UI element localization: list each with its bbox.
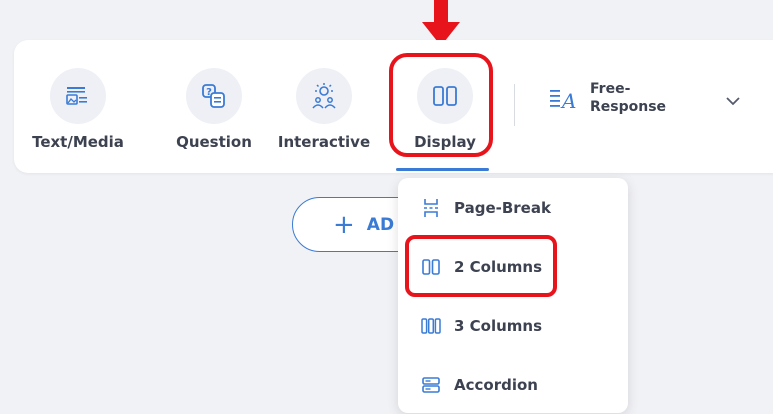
chevron-down-icon[interactable] — [725, 93, 741, 109]
text-media-icon — [66, 87, 87, 105]
menu-item-icon-wrap — [420, 377, 442, 393]
page-break-icon — [424, 199, 438, 217]
tool-question[interactable]: ? Question — [174, 40, 254, 173]
tool-label: Question — [176, 133, 252, 151]
selected-tab-indicator — [396, 168, 489, 171]
three-columns-icon — [421, 318, 441, 334]
menu-item-label: 3 Columns — [454, 317, 543, 335]
accordion-icon — [422, 377, 440, 393]
free-response-label-line1: Free- — [590, 81, 631, 97]
question-icon: ? — [202, 84, 225, 108]
menu-item-3-columns[interactable]: 3 Columns — [398, 301, 628, 351]
tool-label: Interactive — [277, 133, 371, 151]
two-columns-highlight-box — [405, 235, 557, 297]
tool-text-media[interactable]: Text/Media — [31, 40, 125, 173]
tool-interactive[interactable]: Interactive — [275, 40, 373, 173]
free-response-label-line2: Response — [590, 99, 667, 115]
tool-icon-circle — [50, 68, 106, 124]
interactive-icon — [312, 83, 336, 109]
tool-icon-circle: ? — [186, 68, 242, 124]
free-response-label: Free- Response — [590, 80, 666, 116]
menu-item-icon-wrap — [420, 198, 442, 218]
svg-text:A: A — [560, 89, 576, 111]
menu-item-page-break[interactable]: Page-Break — [398, 183, 628, 233]
menu-item-label: Page-Break — [454, 199, 551, 217]
tool-icon-circle — [296, 68, 352, 124]
menu-item-label: Accordion — [454, 376, 538, 394]
tool-label: Text/Media — [32, 133, 124, 151]
menu-item-accordion[interactable]: Accordion — [398, 360, 628, 410]
display-highlight-box — [389, 53, 493, 157]
menu-item-icon-wrap — [420, 318, 442, 334]
free-response-icon: A — [550, 89, 576, 111]
toolbar-divider — [514, 84, 515, 126]
add-button-label: AD — [366, 214, 395, 235]
free-response-selector[interactable]: A Free- Response — [548, 80, 666, 116]
plus-icon: + — [333, 209, 355, 240]
